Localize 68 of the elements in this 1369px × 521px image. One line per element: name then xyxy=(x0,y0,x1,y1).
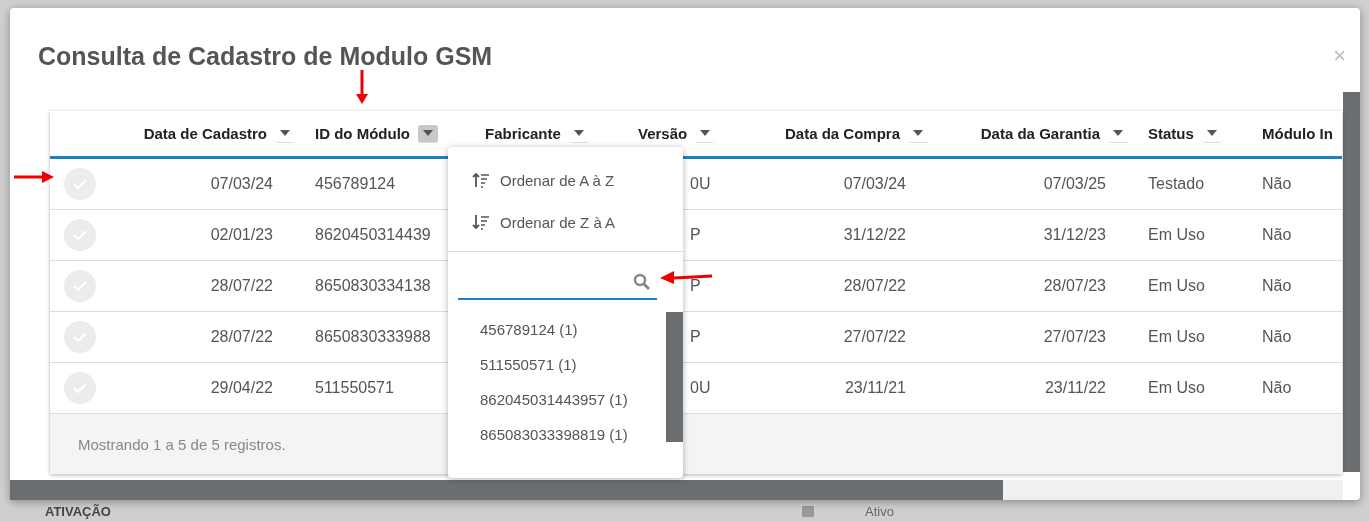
table-cell: Em Uso xyxy=(1148,379,1205,396)
table-cell: 07/03/24 xyxy=(210,175,273,192)
table-cell: 511550571 xyxy=(315,379,394,396)
table-cell: 28/07/23 xyxy=(1043,277,1106,294)
record-count: Mostrando 1 a 5 de 5 registros. xyxy=(78,435,286,453)
table-cell: 0U xyxy=(690,175,711,192)
scrollbar[interactable] xyxy=(10,480,1003,500)
sort-option[interactable]: Ordenar de A à Z xyxy=(448,159,639,201)
caret-icon xyxy=(280,130,290,136)
caret-icon xyxy=(1113,130,1123,136)
table-cell: Não xyxy=(1262,226,1292,243)
section-title: ATIVAÇÃO xyxy=(45,503,111,519)
table-cell: Em Uso xyxy=(1148,277,1205,294)
caret-icon xyxy=(423,130,433,136)
scrollbar[interactable] xyxy=(666,312,683,442)
table-cell: 28/07/22 xyxy=(843,277,906,294)
annotation-arrow xyxy=(12,168,56,186)
column-header: ID do Módulo xyxy=(315,125,410,142)
caret-icon xyxy=(573,130,584,136)
table-cell: P xyxy=(690,328,701,345)
column-header: Status xyxy=(1148,125,1194,142)
table-cell: 02/01/23 xyxy=(210,226,273,243)
filter-button[interactable] xyxy=(418,124,438,143)
table-cell: 07/03/24 xyxy=(843,175,906,192)
table-cell: 8620450314439 xyxy=(315,226,431,243)
column-header: Fabricante xyxy=(485,125,561,142)
table-cell: 28/07/22 xyxy=(210,328,273,345)
scrollbar[interactable] xyxy=(1343,92,1360,472)
column-header: Data de Cadastro xyxy=(143,125,267,142)
table-cell: 456789124 xyxy=(315,175,396,192)
table-cell: 07/03/25 xyxy=(1043,175,1106,192)
table-cell: Não xyxy=(1262,328,1292,345)
table-cell: 23/11/22 xyxy=(1044,379,1106,396)
table-cell: Não xyxy=(1262,277,1292,294)
column-header: Data da Garantia xyxy=(980,125,1100,142)
column-header: Data da Compra xyxy=(784,125,900,142)
table-cell: 28/07/22 xyxy=(210,277,273,294)
caret-icon xyxy=(1206,130,1217,136)
sort-option[interactable]: Ordenar de Z à A xyxy=(448,201,640,243)
table-cell: P xyxy=(690,226,701,243)
column-header: Módulo In xyxy=(1262,125,1333,142)
table-cell: 31/12/22 xyxy=(843,226,906,243)
status-text: Ativo xyxy=(864,503,894,519)
table-cell: Em Uso xyxy=(1148,226,1205,243)
table-cell: 31/12/23 xyxy=(1043,226,1106,243)
table-cell: 0U xyxy=(690,379,711,396)
table-cell: 27/07/23 xyxy=(1043,328,1106,345)
table-cell: P xyxy=(690,277,701,294)
table-cell: 29/04/22 xyxy=(210,379,273,396)
dialog-title: Consulta de Cadastro de Modulo GSM xyxy=(38,41,493,71)
caret-icon xyxy=(913,130,923,136)
sort-descending-icon xyxy=(472,213,490,231)
table-cell: 8650830334138 xyxy=(315,277,431,294)
table-cell: Não xyxy=(1262,175,1292,192)
table-cell: 27/07/22 xyxy=(843,328,906,345)
filter-value[interactable]: 511550571 (1) xyxy=(448,347,666,382)
filter-value[interactable]: 456789124 (1) xyxy=(448,312,666,347)
filter-value[interactable]: 862045031443957 (1) xyxy=(448,382,666,417)
sort-ascending-icon xyxy=(472,171,490,189)
column-header: Versão xyxy=(638,125,688,142)
table-cell: Em Uso xyxy=(1148,328,1205,345)
caret-icon xyxy=(700,130,711,136)
filter-value[interactable]: 865083033398819 (1) xyxy=(448,417,666,452)
table-cell: 8650830333988 xyxy=(315,328,431,345)
table-cell: Testado xyxy=(1148,175,1205,192)
table-cell: 23/11/21 xyxy=(844,379,906,396)
search-icon xyxy=(633,273,651,291)
table-cell: Não xyxy=(1262,379,1292,396)
